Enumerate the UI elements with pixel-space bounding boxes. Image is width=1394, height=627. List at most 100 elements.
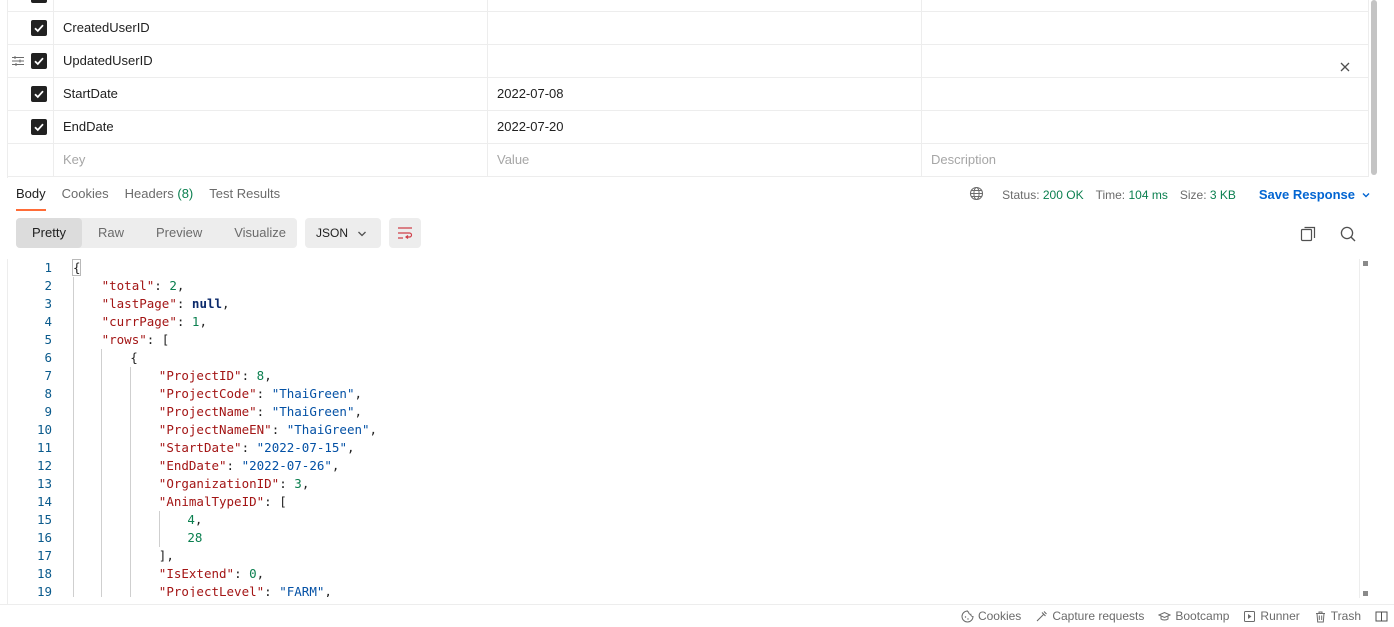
new-value-input[interactable]: Value [488, 144, 922, 177]
tab-cookies[interactable]: Cookies [62, 178, 109, 211]
params-table: CreatedUserID UpdatedUserID StartDate 20… [7, 0, 1369, 178]
code-text: "AnimalTypeID": [ [158, 494, 287, 509]
tab-test-results[interactable]: Test Results [209, 178, 280, 211]
wrap-lines-icon [398, 227, 413, 239]
tab-body[interactable]: Body [16, 178, 46, 211]
delete-row-icon[interactable] [1338, 54, 1352, 72]
code-line: 10 "ProjectNameEN": "ThaiGreen", [16, 421, 1356, 439]
statusbar-bootcamp[interactable]: Bootcamp [1158, 609, 1229, 623]
code-line: 5 "rows": [ [16, 331, 1356, 349]
code-line: 18 "IsExtend": 0, [16, 565, 1356, 583]
new-key-input[interactable]: Key [54, 144, 488, 177]
response-tabs: Body Cookies Headers (8) Test Results [16, 178, 296, 211]
line-number: 12 [36, 458, 52, 473]
view-preview[interactable]: Preview [140, 218, 218, 248]
param-value[interactable] [488, 12, 922, 45]
code-text: "ProjectNameEN": "ThaiGreen", [158, 422, 378, 437]
params-scrollbar[interactable] [1369, 0, 1379, 178]
code-line: 9 "ProjectName": "ThaiGreen", [16, 403, 1356, 421]
new-description-input[interactable]: Description [922, 144, 1369, 177]
row-enabled-checkbox[interactable] [31, 20, 47, 36]
view-raw[interactable]: Raw [82, 218, 140, 248]
statusbar-layout-toggle[interactable] [1375, 610, 1392, 623]
response-meta: Status: 200 OK Time: 104 ms Size: 3 KB S… [969, 178, 1371, 211]
param-value[interactable]: 2022-07-08 [488, 78, 922, 111]
drag-handle-icon[interactable] [12, 55, 24, 67]
scroll-up-arrow[interactable] [1363, 261, 1368, 266]
line-number: 19 [36, 584, 52, 597]
trash-icon [1315, 611, 1325, 622]
time-info[interactable]: Time: 104 ms [1096, 188, 1168, 202]
param-description[interactable] [922, 12, 1369, 45]
editor-scrollbar[interactable] [1359, 259, 1371, 598]
view-mode-tabs: Pretty Raw Preview Visualize [16, 218, 297, 248]
line-number: 13 [36, 476, 52, 491]
two-pane-icon [1375, 611, 1388, 621]
params-row-new: Key Value Description [8, 144, 1369, 177]
statusbar-capture-requests[interactable]: Capture requests [1035, 609, 1144, 623]
row-enabled-checkbox[interactable] [31, 86, 47, 102]
runner-icon [1244, 610, 1256, 622]
status-info[interactable]: Status: 200 OK [1002, 188, 1083, 202]
size-info[interactable]: Size: 3 KB [1180, 188, 1236, 202]
code-text: "currPage": 1, [101, 314, 207, 329]
code-line: 7 "ProjectID": 8, [16, 367, 1356, 385]
view-visualize[interactable]: Visualize [218, 218, 302, 248]
param-value[interactable] [488, 45, 922, 78]
param-key[interactable]: StartDate [54, 78, 488, 111]
line-number: 7 [44, 368, 52, 383]
scrollbar-thumb[interactable] [1371, 0, 1377, 175]
chevron-down-icon [1362, 192, 1370, 197]
code-text: { [73, 260, 81, 275]
param-value[interactable]: 2022-07-20 [488, 111, 922, 144]
code-text: "ProjectName": "ThaiGreen", [158, 404, 363, 419]
param-description[interactable] [922, 111, 1369, 144]
param-key[interactable]: EndDate [54, 111, 488, 144]
format-select[interactable]: JSON [305, 218, 381, 248]
code-text: "ProjectCode": "ThaiGreen", [158, 386, 363, 401]
view-pretty[interactable]: Pretty [16, 218, 82, 248]
params-row-partial [8, 0, 1369, 12]
row-enabled-checkbox[interactable] [31, 119, 47, 135]
code-text: "ProjectLevel": "FARM", [158, 584, 332, 597]
code-text: { [130, 350, 138, 365]
code-text: "EndDate": "2022-07-26", [158, 458, 340, 473]
copy-icon[interactable] [1299, 225, 1317, 243]
wrap-lines-button[interactable] [389, 218, 421, 248]
code-text: "rows": [ [101, 332, 170, 347]
save-response-button[interactable]: Save Response [1259, 187, 1371, 202]
statusbar-cookies[interactable]: Cookies [961, 609, 1021, 623]
line-number: 4 [44, 314, 52, 329]
param-description[interactable] [922, 78, 1369, 111]
code-text: 4, [187, 512, 203, 527]
network-globe-icon[interactable] [969, 186, 984, 204]
cookie-icon [961, 609, 974, 622]
code-text: "lastPage": null, [101, 296, 230, 311]
code-text: "StartDate": "2022-07-15", [158, 440, 355, 455]
code-line: 13 "OrganizationID": 3, [16, 475, 1356, 493]
code-line: 15 4, [16, 511, 1356, 529]
params-row: EndDate 2022-07-20 [8, 111, 1369, 144]
line-number: 18 [36, 566, 52, 581]
chevron-down-icon [358, 231, 366, 237]
code-line: 16 28 [16, 529, 1356, 547]
checkbox[interactable] [31, 0, 47, 3]
code-line: 8 "ProjectCode": "ThaiGreen", [16, 385, 1356, 403]
line-number: 16 [36, 530, 52, 545]
code-line: 1{ [16, 259, 1356, 277]
row-enabled-checkbox[interactable] [31, 53, 47, 69]
param-description[interactable] [922, 45, 1369, 78]
statusbar-trash[interactable]: Trash [1314, 609, 1361, 623]
scroll-down-arrow[interactable] [1363, 591, 1368, 596]
response-body-editor[interactable]: 1{2 "total": 2, 3 "lastPage": null, 4 "currPa… [16, 259, 1360, 597]
param-key[interactable]: UpdatedUserID [54, 45, 488, 78]
param-key[interactable]: CreatedUserID [54, 12, 488, 45]
line-number: 8 [44, 386, 52, 401]
code-line: 12 "EndDate": "2022-07-26", [16, 457, 1356, 475]
code-text: ], [158, 548, 174, 563]
tab-headers[interactable]: Headers (8) [125, 178, 194, 211]
search-icon[interactable] [1339, 225, 1357, 243]
line-number: 6 [44, 350, 52, 365]
statusbar-runner[interactable]: Runner [1243, 609, 1300, 623]
line-number: 10 [36, 422, 52, 437]
